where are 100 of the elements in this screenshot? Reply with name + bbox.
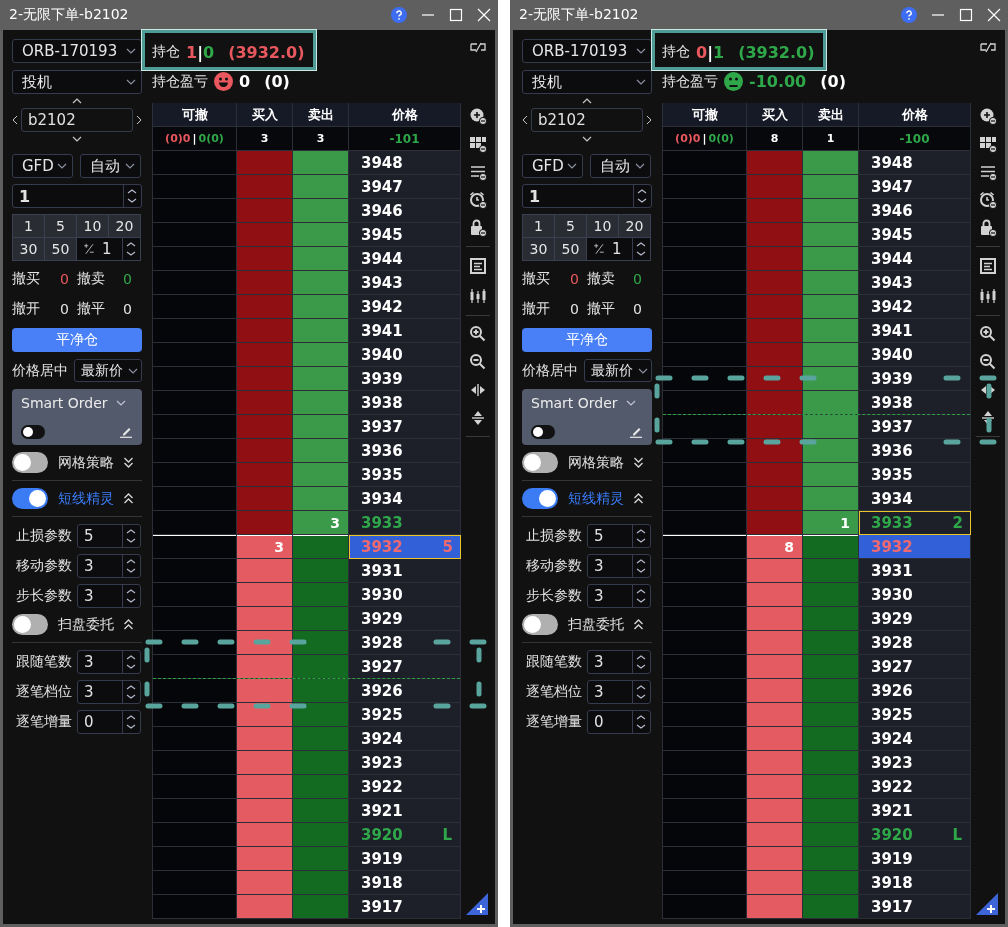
zoom-out-icon[interactable] [979,353,997,371]
sell-cell[interactable] [803,247,859,271]
hedge-select[interactable]: 投机 [522,70,652,94]
validity-select[interactable]: GFD [12,154,73,178]
price-cell[interactable]: 3936 [859,439,971,463]
sell-cell[interactable] [293,487,349,511]
sell-cell[interactable] [293,607,349,631]
buy-cell[interactable] [747,271,803,295]
grid-icon[interactable] [469,135,487,153]
price-cell[interactable]: 3933 2 [859,511,971,535]
quantity-button[interactable]: 50 [555,238,586,260]
sell-cell[interactable] [293,151,349,175]
collapse-icon[interactable] [633,493,644,504]
sell-cell[interactable] [803,631,859,655]
buy-cell[interactable] [747,151,803,175]
quantity-button[interactable]: 1 [523,215,554,237]
zoom-out-icon[interactable] [469,353,487,371]
sell-cell[interactable] [803,319,859,343]
sell-cell[interactable] [293,367,349,391]
param-field[interactable]: 3 [587,553,651,578]
buy-cell[interactable] [747,199,803,223]
buy-cell[interactable] [237,799,293,823]
zoom-in-icon[interactable] [979,325,997,343]
buy-cell[interactable] [747,775,803,799]
buy-cell[interactable] [747,439,803,463]
sell-cell[interactable] [293,727,349,751]
sell-cell[interactable] [293,703,349,727]
quantity-button[interactable]: 5 [45,215,76,237]
add-circle-icon[interactable] [979,107,997,125]
price-cell[interactable]: 3934 [349,487,461,511]
buy-cell[interactable] [747,799,803,823]
buy-cell[interactable] [747,847,803,871]
price-cell[interactable]: 3927 [349,655,461,679]
pencil-icon[interactable] [629,426,643,438]
sell-cell[interactable] [803,871,859,895]
price-cell[interactable]: 3927 [859,655,971,679]
corner-add-icon[interactable] [466,893,488,915]
account-select[interactable]: ORB-170193 [522,39,652,63]
price-cell[interactable]: 3917 [859,895,971,919]
price-cell[interactable]: 3928 [349,631,461,655]
pencil-icon[interactable] [119,426,133,438]
buy-cell[interactable] [237,295,293,319]
buy-cell[interactable] [237,367,293,391]
buy-cell[interactable] [747,559,803,583]
sell-cell[interactable] [293,823,349,847]
maximize-icon[interactable] [959,8,973,22]
buy-cell[interactable] [237,631,293,655]
caret-right-icon[interactable] [136,115,142,125]
price-cell[interactable]: 3947 [859,175,971,199]
sell-cell[interactable] [293,391,349,415]
lock-icon[interactable] [469,219,487,237]
lock-icon[interactable] [979,219,997,237]
buy-cell[interactable] [747,223,803,247]
sell-cell[interactable] [293,175,349,199]
param-field[interactable]: 3 [587,679,651,704]
sell-cell[interactable] [293,559,349,583]
flatten-button[interactable]: 平净仓 [522,328,652,352]
buy-cell[interactable] [747,655,803,679]
price-cell[interactable]: 3928 [859,631,971,655]
price-cell[interactable]: 3921 [859,799,971,823]
price-cell[interactable]: 3948 [349,151,461,175]
sell-cell[interactable] [803,271,859,295]
hedge-select[interactable]: 投机 [12,70,142,94]
sell-cell[interactable] [803,439,859,463]
buy-cell[interactable] [747,895,803,919]
step-field[interactable]: 1 [77,238,140,260]
price-cell[interactable]: 3926 [349,679,461,703]
sell-cell[interactable] [803,391,859,415]
buy-cell[interactable] [237,775,293,799]
price-cell[interactable]: 3943 [349,271,461,295]
param-field[interactable]: 3 [77,553,141,578]
param-field[interactable]: 3 [77,583,141,608]
buy-cell[interactable] [237,487,293,511]
param-field[interactable]: 0 [77,709,141,734]
buy-cell[interactable] [747,607,803,631]
buy-cell[interactable] [237,199,293,223]
sell-cell[interactable] [803,679,859,703]
sell-cell[interactable] [293,247,349,271]
sell-cell[interactable] [293,271,349,295]
price-cell[interactable]: 3937 [349,415,461,439]
price-cell[interactable]: 3929 [859,607,971,631]
price-cell[interactable]: 3947 [349,175,461,199]
smart-order-dropdown[interactable]: Smart Order [531,395,636,411]
help-icon[interactable] [901,7,917,23]
buy-cell[interactable] [237,463,293,487]
buy-cell[interactable] [237,559,293,583]
toggle-switch[interactable] [522,614,558,635]
grid-icon[interactable] [979,135,997,153]
offset-select[interactable]: 自动 [590,154,651,178]
candlestick-icon[interactable] [979,287,997,305]
buy-cell[interactable] [747,343,803,367]
buy-cell[interactable] [237,871,293,895]
sell-cell[interactable] [293,463,349,487]
quantity-button[interactable]: 10 [587,215,618,237]
buy-cell[interactable] [747,295,803,319]
toggle-switch[interactable] [531,425,555,439]
buy-cell[interactable] [237,223,293,247]
buy-cell[interactable] [747,175,803,199]
toggle-switch[interactable] [12,488,48,509]
price-cell[interactable]: 3924 [859,727,971,751]
